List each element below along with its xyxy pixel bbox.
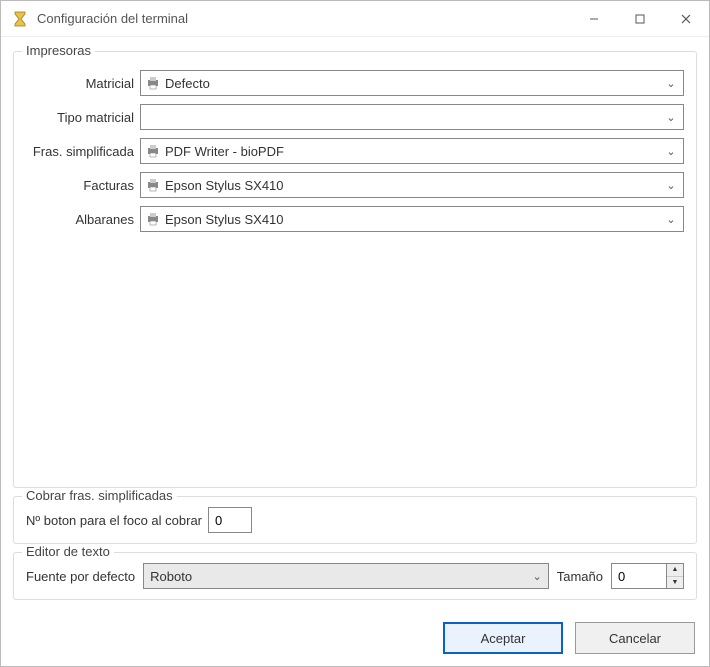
- printer-icon: [145, 177, 161, 193]
- combo-tipo-matricial[interactable]: ⌄: [140, 104, 684, 130]
- cobrar-group: Cobrar fras. simplificadas Nº boton para…: [13, 496, 697, 544]
- combo-text: Epson Stylus SX410: [165, 178, 663, 193]
- editor-row: Fuente por defecto Roboto ⌄ Tamaño ▲ ▼: [26, 563, 684, 589]
- printers-group: Impresoras Matricial Defecto ⌄ Tipo matr…: [13, 51, 697, 488]
- row-matricial: Matricial Defecto ⌄: [26, 70, 684, 96]
- spin-buttons: ▲ ▼: [667, 563, 684, 589]
- main-window: Configuración del terminal Impresoras Ma…: [0, 0, 710, 667]
- row-albaranes: Albaranes Epson Stylus SX410 ⌄: [26, 206, 684, 232]
- cancel-button[interactable]: Cancelar: [575, 622, 695, 654]
- accept-button[interactable]: Aceptar: [443, 622, 563, 654]
- label-matricial: Matricial: [26, 76, 140, 91]
- label-tipo-matricial: Tipo matricial: [26, 110, 140, 125]
- combo-text: Epson Stylus SX410: [165, 212, 663, 227]
- font-combo[interactable]: Roboto ⌄: [143, 563, 549, 589]
- row-tipo-matricial: Tipo matricial ⌄: [26, 104, 684, 130]
- focus-label: Nº boton para el foco al cobrar: [26, 513, 202, 528]
- printer-icon: [145, 75, 161, 91]
- printers-legend: Impresoras: [22, 43, 95, 58]
- chevron-down-icon: ⌄: [663, 77, 679, 90]
- combo-text: PDF Writer - bioPDF: [165, 144, 663, 159]
- cobrar-legend: Cobrar fras. simplificadas: [22, 488, 177, 503]
- spin-up-button[interactable]: ▲: [667, 564, 683, 577]
- combo-facturas[interactable]: Epson Stylus SX410 ⌄: [140, 172, 684, 198]
- titlebar: Configuración del terminal: [1, 1, 709, 37]
- combo-albaranes[interactable]: Epson Stylus SX410 ⌄: [140, 206, 684, 232]
- window-controls: [571, 1, 709, 37]
- button-bar: Aceptar Cancelar: [1, 610, 709, 666]
- row-fras-simplificada: Fras. simplificada PDF Writer - bioPDF ⌄: [26, 138, 684, 164]
- font-label: Fuente por defecto: [26, 569, 135, 584]
- printer-icon: [145, 143, 161, 159]
- label-fras-simplificada: Fras. simplificada: [26, 144, 140, 159]
- spin-down-button[interactable]: ▼: [667, 577, 683, 589]
- row-facturas: Facturas Epson Stylus SX410 ⌄: [26, 172, 684, 198]
- combo-text: Defecto: [165, 76, 663, 91]
- chevron-down-icon: ⌄: [663, 145, 679, 158]
- combo-fras-simplificada[interactable]: PDF Writer - bioPDF ⌄: [140, 138, 684, 164]
- minimize-button[interactable]: [571, 1, 617, 37]
- maximize-button[interactable]: [617, 1, 663, 37]
- window-title: Configuración del terminal: [37, 11, 571, 26]
- chevron-down-icon: ⌄: [663, 179, 679, 192]
- close-button[interactable]: [663, 1, 709, 37]
- chevron-down-icon: ⌄: [663, 111, 679, 124]
- size-input[interactable]: [611, 563, 667, 589]
- chevron-down-icon: ⌄: [533, 570, 542, 583]
- printer-icon: [145, 211, 161, 227]
- content-area: Impresoras Matricial Defecto ⌄ Tipo matr…: [1, 37, 709, 610]
- focus-input[interactable]: [208, 507, 252, 533]
- combo-matricial[interactable]: Defecto ⌄: [140, 70, 684, 96]
- cobrar-focus-row: Nº boton para el foco al cobrar: [26, 507, 684, 533]
- font-combo-text: Roboto: [150, 569, 532, 584]
- label-albaranes: Albaranes: [26, 212, 140, 227]
- editor-group: Editor de texto Fuente por defecto Robot…: [13, 552, 697, 600]
- editor-legend: Editor de texto: [22, 544, 114, 559]
- hourglass-icon: [11, 10, 29, 28]
- size-label: Tamaño: [557, 569, 603, 584]
- chevron-down-icon: ⌄: [663, 213, 679, 226]
- label-facturas: Facturas: [26, 178, 140, 193]
- size-spinner: ▲ ▼: [611, 563, 684, 589]
